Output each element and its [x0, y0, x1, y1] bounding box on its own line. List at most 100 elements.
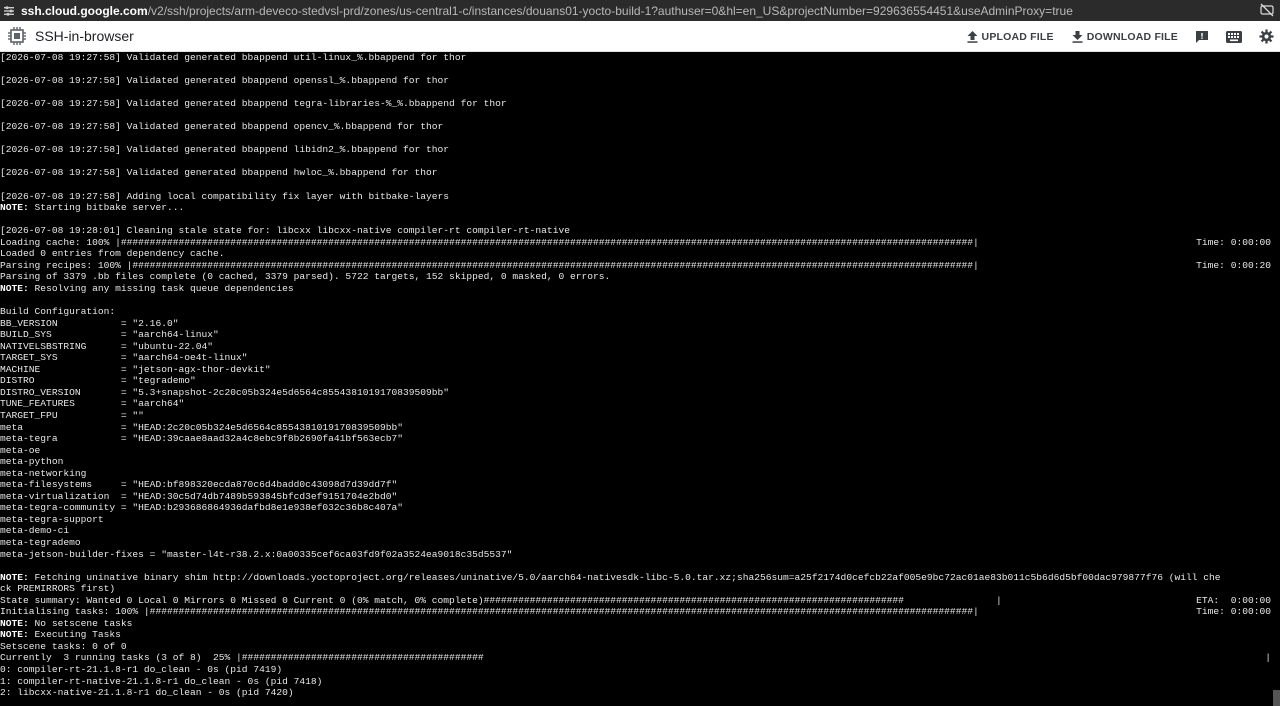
line-text: DISTRO = "tegrademo": [0, 375, 196, 387]
upload-icon: [967, 30, 978, 43]
line-text: DISTRO_VERSION = "5.3+snapshot-2c20c05b3…: [0, 386, 450, 398]
terminal-line: 2: libcxx-native-21.1.8-r1 do_clean - 0s…: [0, 687, 1280, 699]
download-file-label: DOWNLOAD FILE: [1086, 30, 1178, 43]
eye-off-icon[interactable]: [1260, 3, 1274, 17]
terminal-line: TARGET_SYS = "aarch64-oe4t-linux": [0, 352, 1280, 364]
terminal-line: DISTRO = "tegrademo": [0, 375, 1280, 387]
line-text: meta-demo-ci: [0, 525, 70, 537]
ssh-toolbar: SSH-in-browser UPLOAD FILE DOWNLOAD FILE: [0, 21, 1280, 52]
terminal-line: meta-demo-ci: [0, 525, 1280, 537]
line-text: TUNE_FEATURES = "aarch64": [0, 398, 185, 410]
line-text: meta-tegra = "HEAD:39caae8aad32a4c8ebc9f…: [0, 433, 404, 445]
line-text: [2026-07-08 19:27:58] Validated generate…: [0, 52, 467, 63]
address-bar[interactable]: ssh.cloud.google.com/v2/ssh/projects/arm…: [0, 0, 1280, 21]
line-text: Loading cache: 100% |###################…: [0, 236, 985, 248]
terminal-line: BB_VERSION = "2.16.0": [0, 318, 1280, 330]
terminal-line: [2026-07-08 19:27:58] Validated generate…: [0, 98, 1280, 110]
line-text: State summary: Wanted 0 Local 0 Mirrors …: [0, 594, 1008, 606]
line-text: 0: compiler-rt-21.1.8-r1 do_clean - 0s (…: [0, 663, 283, 675]
terminal-line: 1: compiler-rt-native-21.1.8-r1 do_clean…: [0, 676, 1280, 688]
keyboard-icon[interactable]: [1226, 29, 1242, 45]
line-text: NATIVELSBSTRING = "ubuntu-22.04": [0, 340, 214, 352]
line-text: BUILD_SYS = "aarch64-linux": [0, 329, 219, 341]
line-text: Currently 3 running tasks (3 of 8) 25% |…: [0, 652, 484, 664]
terminal-line: NOTE: Executing Tasks: [0, 629, 1280, 641]
terminal-line: DISTRO_VERSION = "5.3+snapshot-2c20c05b3…: [0, 387, 1280, 399]
line-text: Build Configuration:: [0, 306, 116, 318]
line-text: TARGET_FPU = "": [0, 409, 144, 421]
line-text: meta-tegrademo: [0, 536, 81, 548]
note-prefix: NOTE:: [0, 617, 29, 629]
terminal-line: meta-tegrademo: [0, 537, 1280, 549]
terminal-line: [2026-07-08 19:27:58] Validated generate…: [0, 75, 1280, 87]
terminal-line: meta-tegra = "HEAD:39caae8aad32a4c8ebc9f…: [0, 433, 1280, 445]
line-text: Starting bitbake server...: [28, 202, 185, 214]
terminal-line: meta-networking: [0, 468, 1280, 480]
terminal-output[interactable]: [2026-07-08 19:27:58] Validated generate…: [0, 52, 1280, 706]
note-prefix: NOTE:: [0, 571, 29, 583]
line-text: [2026-07-08 19:27:58] Validated generate…: [0, 75, 450, 87]
terminal-line: Currently 3 running tasks (3 of 8) 25% |…: [0, 652, 1280, 664]
terminal-line: meta-jetson-builder-fixes = "master-l4t-…: [0, 549, 1280, 561]
url-host: ssh.cloud.google.com: [21, 3, 148, 18]
terminal-line: TARGET_FPU = "": [0, 410, 1280, 422]
line-text: [2026-07-08 19:27:58] Adding local compa…: [0, 190, 450, 202]
line-text: TARGET_SYS = "aarch64-oe4t-linux": [0, 352, 248, 364]
terminal-line: [2026-07-08 19:27:58] Validated generate…: [0, 121, 1280, 133]
terminal-line: NOTE: Starting bitbake server...: [0, 202, 1280, 214]
line-text: Parsing of 3379 .bb files complete (0 ca…: [0, 271, 611, 283]
line-right-text: ETA: 0:00:00: [1196, 594, 1271, 606]
terminal-line: meta-tegra-community = "HEAD:b2936868649…: [0, 502, 1280, 514]
terminal-line: meta-tegra-support: [0, 514, 1280, 526]
line-text: No setscene tasks: [28, 617, 133, 629]
line-text: Setscene tasks: 0 of 0: [0, 640, 127, 652]
terminal-line: meta-virtualization = "HEAD:30c5d74db748…: [0, 491, 1280, 503]
compute-chip-icon: [7, 26, 27, 46]
line-text: MACHINE = "jetson-agx-thor-devkit": [0, 363, 271, 375]
line-right-text: |: [1265, 652, 1271, 664]
line-text: meta-filesystems = "HEAD:bf898320ecda870…: [0, 479, 398, 491]
terminal-scrollbar[interactable]: [1273, 690, 1280, 706]
app-title: SSH-in-browser: [35, 28, 134, 44]
terminal-line: Setscene tasks: 0 of 0: [0, 641, 1280, 653]
terminal-line: MACHINE = "jetson-agx-thor-devkit": [0, 364, 1280, 376]
line-text: meta = "HEAD:2c20c05b324e5d6564c85543810…: [0, 421, 404, 433]
line-right-text: Time: 0:00:00: [1196, 606, 1271, 618]
url-path: /v2/ssh/projects/arm-deveco-stedvsl-prd/…: [147, 3, 1073, 18]
terminal-line: Loading cache: 100% |###################…: [0, 237, 1280, 249]
line-text: Resolving any missing task queue depende…: [28, 282, 294, 294]
terminal-line: NOTE: Fetching uninative binary shim htt…: [0, 572, 1280, 584]
line-text: ck PREMIRRORS first): [0, 583, 116, 595]
terminal-line: [2026-07-08 19:27:58] Validated generate…: [0, 167, 1280, 179]
line-text: BB_VERSION = "2.16.0": [0, 317, 179, 329]
terminal-line: 0: compiler-rt-21.1.8-r1 do_clean - 0s (…: [0, 664, 1280, 676]
line-text: 2: libcxx-native-21.1.8-r1 do_clean - 0s…: [0, 687, 294, 699]
terminal-line: meta = "HEAD:2c20c05b324e5d6564c85543810…: [0, 422, 1280, 434]
line-text: Initialising tasks: 100% |##############…: [0, 606, 985, 618]
line-text: meta-oe: [0, 444, 41, 456]
line-text: Executing Tasks: [28, 629, 121, 641]
feedback-icon[interactable]: [1194, 29, 1210, 45]
download-icon: [1072, 30, 1083, 43]
line-text: meta-networking: [0, 467, 87, 479]
settings-icon[interactable]: [1258, 29, 1274, 45]
terminal-line: NOTE: Resolving any missing task queue d…: [0, 283, 1280, 295]
download-file-button[interactable]: DOWNLOAD FILE: [1072, 30, 1178, 43]
upload-file-button[interactable]: UPLOAD FILE: [967, 30, 1054, 43]
terminal-line: [2026-07-08 19:27:58] Validated generate…: [0, 52, 1280, 64]
terminal-line: Loaded 0 entries from dependency cache.: [0, 248, 1280, 260]
tune-icon[interactable]: [4, 5, 14, 16]
terminal-line: Parsing recipes: 100% |#################…: [0, 260, 1280, 272]
line-text: [2026-07-08 19:27:58] Validated generate…: [0, 98, 507, 110]
line-right-text: Time: 0:00:20: [1196, 259, 1271, 271]
line-text: meta-tegra-support: [0, 513, 104, 525]
line-text: Fetching uninative binary shim http://do…: [28, 571, 1221, 583]
line-text: [2026-07-08 19:27:58] Validated generate…: [0, 167, 438, 179]
